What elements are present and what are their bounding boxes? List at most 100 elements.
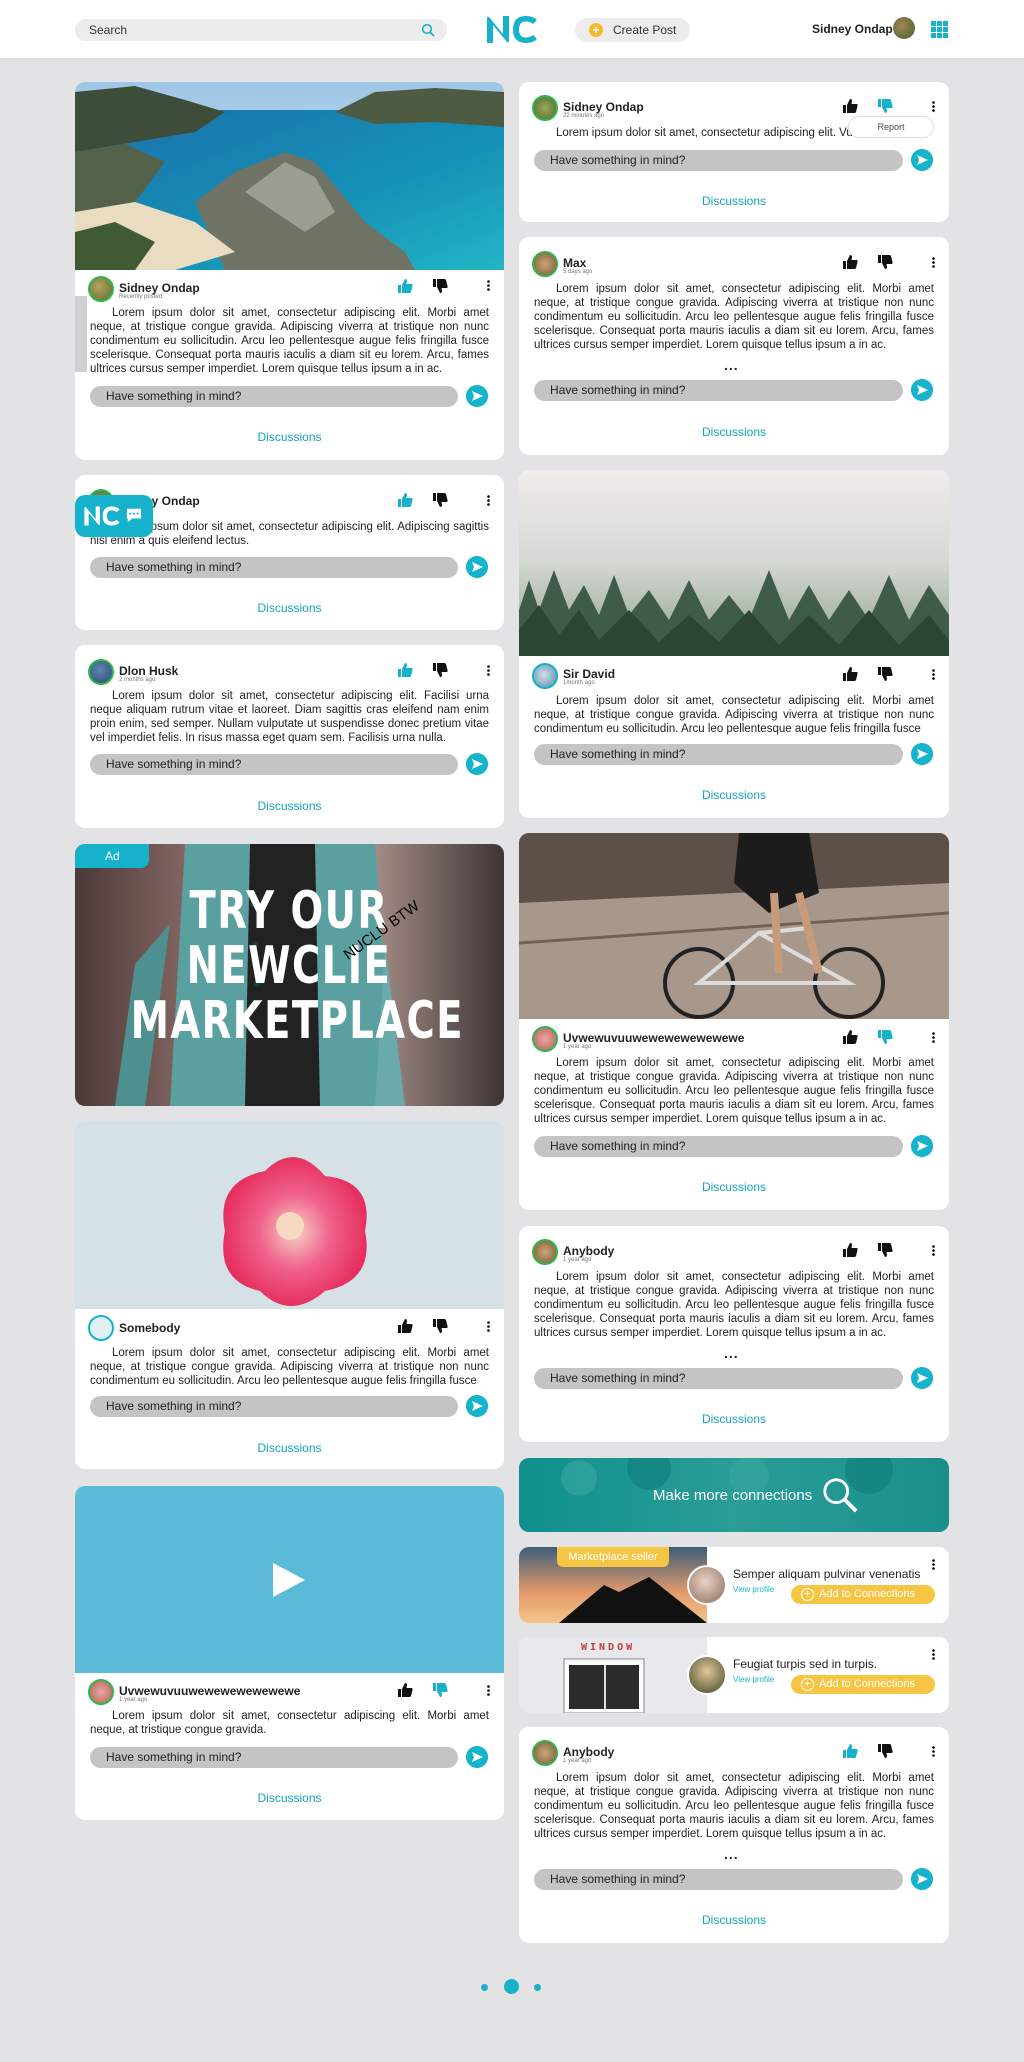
post-author[interactable]: Uvwewuvuuwewewewewewewe: [563, 1031, 744, 1045]
comment-input[interactable]: Have something in mind?: [534, 1368, 903, 1389]
add-to-connections-button[interactable]: + Add to Connections: [791, 1585, 935, 1604]
more-options-icon[interactable]: [932, 257, 935, 268]
page-dot[interactable]: [534, 1984, 541, 1991]
send-icon[interactable]: [911, 1367, 933, 1389]
send-icon[interactable]: [466, 385, 488, 407]
avatar[interactable]: [88, 659, 114, 685]
thumbs-up-icon[interactable]: [842, 666, 858, 682]
make-connections-banner[interactable]: Make more connections: [519, 1458, 949, 1532]
report-option[interactable]: Report: [877, 122, 904, 132]
comment-input[interactable]: Have something in mind?: [534, 1869, 903, 1890]
more-options-icon[interactable]: [932, 1245, 935, 1256]
discussions-link[interactable]: Discussions: [519, 425, 949, 439]
thumbs-up-icon[interactable]: [842, 254, 858, 270]
more-options-icon[interactable]: [932, 1032, 935, 1043]
comment-input[interactable]: Have something in mind?: [534, 744, 903, 765]
avatar[interactable]: [532, 1026, 558, 1052]
thumbs-down-icon[interactable]: [877, 98, 893, 114]
more-options-icon[interactable]: [487, 1321, 490, 1332]
post-author[interactable]: Dlon Husk: [119, 664, 178, 678]
seller-name[interactable]: Semper aliquam pulvinar venenatis: [733, 1567, 920, 1581]
post-author[interactable]: Max: [563, 256, 586, 270]
view-profile-link[interactable]: View profile: [733, 1675, 774, 1684]
thumbs-up-icon[interactable]: [397, 662, 413, 678]
show-more-button[interactable]: ...: [724, 357, 739, 373]
more-options-icon[interactable]: [932, 669, 935, 680]
send-icon[interactable]: [911, 149, 933, 171]
post-author[interactable]: Sidney Ondap: [563, 100, 644, 114]
page-dot-active[interactable]: [504, 1979, 519, 1994]
discussions-link[interactable]: Discussions: [75, 430, 504, 444]
seller-name[interactable]: Feugiat turpis sed in turpis.: [733, 1657, 877, 1671]
avatar[interactable]: [88, 1315, 114, 1341]
more-options-icon[interactable]: [932, 101, 935, 112]
show-more-button[interactable]: ...: [724, 1345, 739, 1361]
more-options-icon[interactable]: [932, 1649, 935, 1660]
thumbs-down-icon[interactable]: [432, 1682, 448, 1698]
discussions-link[interactable]: Discussions: [75, 1441, 504, 1455]
more-options-icon[interactable]: [932, 1559, 935, 1570]
send-icon[interactable]: [466, 1746, 488, 1768]
chat-widget-button[interactable]: [75, 495, 153, 537]
discussions-link[interactable]: Discussions: [75, 799, 504, 813]
report-menu[interactable]: Report: [848, 116, 934, 138]
thumbs-down-icon[interactable]: [877, 254, 893, 270]
add-to-connections-button[interactable]: + Add to Connections: [791, 1675, 935, 1694]
thumbs-up-icon[interactable]: [397, 278, 413, 294]
more-options-icon[interactable]: [932, 1746, 935, 1757]
thumbs-up-icon[interactable]: [842, 1743, 858, 1759]
discussions-link[interactable]: Discussions: [75, 1791, 504, 1805]
comment-input[interactable]: Have something in mind?: [90, 386, 458, 407]
thumbs-up-icon[interactable]: [397, 1318, 413, 1334]
more-options-icon[interactable]: [487, 1685, 490, 1696]
thumbs-up-icon[interactable]: [842, 98, 858, 114]
thumbs-down-icon[interactable]: [432, 492, 448, 508]
discussions-link[interactable]: Discussions: [519, 1180, 949, 1194]
create-post-button[interactable]: + Create Post: [575, 18, 690, 42]
apps-grid-icon[interactable]: [931, 21, 948, 38]
avatar[interactable]: [532, 1740, 558, 1766]
comment-input[interactable]: Have something in mind?: [90, 754, 458, 775]
search-input[interactable]: Search: [75, 19, 447, 41]
thumbs-down-icon[interactable]: [877, 1743, 893, 1759]
discussions-link[interactable]: Discussions: [75, 601, 504, 615]
discussions-link[interactable]: Discussions: [519, 788, 949, 802]
comment-input[interactable]: Have something in mind?: [534, 1136, 903, 1157]
avatar[interactable]: [88, 276, 114, 302]
show-more-button[interactable]: ...: [724, 1846, 739, 1862]
more-options-icon[interactable]: [487, 280, 490, 291]
send-icon[interactable]: [466, 753, 488, 775]
view-profile-link[interactable]: View profile: [733, 1585, 774, 1594]
avatar[interactable]: [687, 1565, 727, 1605]
search-icon[interactable]: [421, 23, 435, 37]
thumbs-down-icon[interactable]: [877, 1029, 893, 1045]
thumbs-up-icon[interactable]: [397, 492, 413, 508]
thumbs-down-icon[interactable]: [877, 666, 893, 682]
thumbs-down-icon[interactable]: [432, 662, 448, 678]
thumbs-up-icon[interactable]: [842, 1029, 858, 1045]
post-author[interactable]: Uvwewuvuuwewewewewewewe: [119, 1684, 300, 1698]
comment-input[interactable]: Have something in mind?: [90, 1396, 458, 1417]
post-author[interactable]: Sir David: [563, 667, 615, 681]
send-icon[interactable]: [466, 556, 488, 578]
thumbs-up-icon[interactable]: [397, 1682, 413, 1698]
comment-input[interactable]: Have something in mind?: [90, 1747, 458, 1768]
discussions-link[interactable]: Discussions: [519, 1913, 949, 1927]
send-icon[interactable]: [911, 743, 933, 765]
ad-card[interactable]: Ad TRY OUR NEWCLIE MARKETPLACE NUCLU BTW: [75, 844, 504, 1106]
send-icon[interactable]: [911, 1135, 933, 1157]
play-icon[interactable]: [273, 1563, 305, 1597]
video-player[interactable]: [75, 1486, 504, 1673]
comment-input[interactable]: Have something in mind?: [90, 557, 458, 578]
send-icon[interactable]: [911, 379, 933, 401]
avatar[interactable]: [532, 95, 558, 121]
discussions-link[interactable]: Discussions: [519, 1412, 949, 1426]
user-avatar[interactable]: [893, 17, 915, 39]
send-icon[interactable]: [466, 1395, 488, 1417]
logo-icon[interactable]: [485, 14, 539, 45]
send-icon[interactable]: [911, 1868, 933, 1890]
avatar[interactable]: [532, 251, 558, 277]
user-name[interactable]: Sidney Ondap: [812, 22, 893, 36]
avatar[interactable]: [532, 663, 558, 689]
avatar[interactable]: [532, 1239, 558, 1265]
